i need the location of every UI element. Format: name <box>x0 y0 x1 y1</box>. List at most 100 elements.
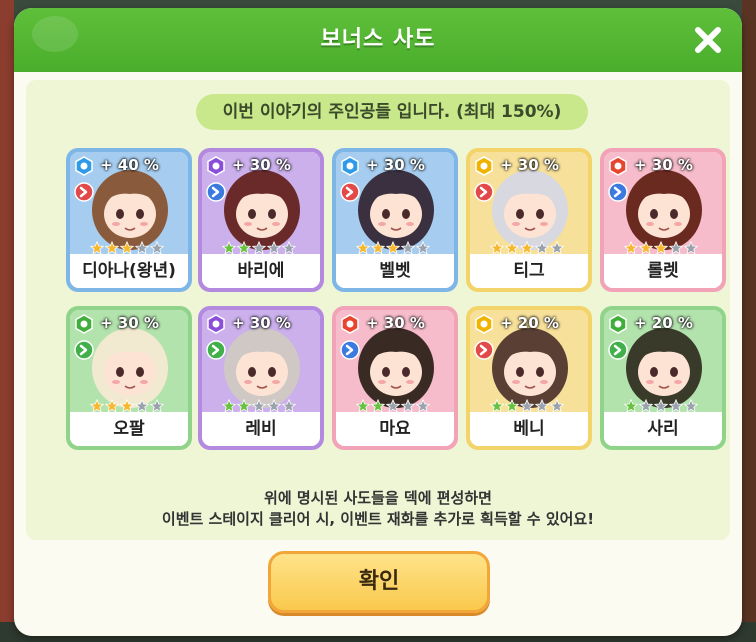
star-empty-icon <box>668 398 684 413</box>
star-filled-icon <box>119 398 135 413</box>
star-rating <box>489 240 565 255</box>
star-empty-icon <box>251 398 267 413</box>
character-card[interactable]: + 30 % 마요 <box>332 306 458 450</box>
bonus-percent: + 30 % <box>100 314 159 332</box>
star-filled-icon <box>489 398 505 413</box>
character-name: 디아나(왕년) <box>70 254 188 288</box>
star-filled-icon <box>623 240 639 255</box>
character-name: 마요 <box>336 412 454 446</box>
card-inner: + 30 % 레비 <box>202 310 320 446</box>
star-filled-icon <box>370 240 386 255</box>
star-empty-icon <box>134 398 150 413</box>
character-name: 레비 <box>202 412 320 446</box>
dialog-title: 보너스 사도 <box>320 27 436 52</box>
light-element-icon <box>474 156 494 176</box>
supporter-role-icon <box>608 340 628 360</box>
star-empty-icon <box>400 398 416 413</box>
star-filled-icon <box>221 240 237 255</box>
star-filled-icon <box>623 398 639 413</box>
star-filled-icon <box>236 398 252 413</box>
info-line-1: 위에 명시된 사도들을 덱에 편성하면 <box>264 489 492 507</box>
character-name: 롤렛 <box>604 254 722 288</box>
bonus-percent: + 30 % <box>366 314 425 332</box>
star-empty-icon <box>653 398 669 413</box>
ice-element-icon <box>74 156 94 176</box>
star-rating <box>623 398 699 413</box>
background-left <box>0 0 14 642</box>
star-filled-icon <box>119 240 135 255</box>
star-empty-icon <box>668 240 684 255</box>
subtitle-banner: 이번 이야기의 주인공들 입니다. (최대 150%) <box>196 94 588 130</box>
nature-element-icon <box>74 314 94 334</box>
close-button[interactable] <box>690 22 726 58</box>
card-inner: + 30 % 벨벳 <box>336 152 454 288</box>
character-card[interactable]: + 30 % 롤렛 <box>600 148 726 292</box>
ranger-role-icon <box>608 182 628 202</box>
character-card[interactable]: + 30 % 오팔 <box>66 306 192 450</box>
ice-element-icon <box>340 156 360 176</box>
star-filled-icon <box>504 240 520 255</box>
star-empty-icon <box>534 240 550 255</box>
card-inner: + 30 % 오팔 <box>70 310 188 446</box>
character-card[interactable]: + 20 % 베니 <box>466 306 592 450</box>
star-empty-icon <box>683 398 699 413</box>
bonus-percent: + 40 % <box>100 156 159 174</box>
content-panel: 이번 이야기의 주인공들 입니다. (최대 150%) + 40 % 디아나(왕년… <box>26 80 730 540</box>
card-inner: + 30 % 마요 <box>336 310 454 446</box>
bonus-percent: + 30 % <box>232 156 291 174</box>
close-icon <box>695 27 721 53</box>
star-filled-icon <box>236 240 252 255</box>
supporter-role-icon <box>206 340 226 360</box>
character-card[interactable]: + 30 % 레비 <box>198 306 324 450</box>
star-filled-icon <box>355 398 371 413</box>
star-empty-icon <box>549 398 565 413</box>
supporter-role-icon <box>74 340 94 360</box>
star-filled-icon <box>504 398 520 413</box>
character-name: 티그 <box>470 254 588 288</box>
nature-element-icon <box>608 314 628 334</box>
star-rating <box>221 240 297 255</box>
striker-role-icon <box>474 340 494 360</box>
card-inner: + 20 % 사리 <box>604 310 722 446</box>
card-inner: + 30 % 바리에 <box>202 152 320 288</box>
confirm-button[interactable]: 확인 <box>268 551 490 613</box>
star-rating <box>221 398 297 413</box>
character-card[interactable]: + 30 % 바리에 <box>198 148 324 292</box>
star-empty-icon <box>638 398 654 413</box>
info-text: 위에 명시된 사도들을 덱에 편성하면 이벤트 스테이지 클리어 시, 이벤트 … <box>26 488 730 530</box>
star-filled-icon <box>104 240 120 255</box>
bonus-percent: + 30 % <box>634 156 693 174</box>
bonus-dialog: 보너스 사도 이번 이야기의 주인공들 입니다. (최대 150%) + 40 … <box>14 8 742 636</box>
star-filled-icon <box>355 240 371 255</box>
bonus-percent: + 20 % <box>634 314 693 332</box>
star-rating <box>489 398 565 413</box>
star-filled-icon <box>89 240 105 255</box>
character-card[interactable]: + 20 % 사리 <box>600 306 726 450</box>
character-card[interactable]: + 30 % 벨벳 <box>332 148 458 292</box>
star-filled-icon <box>89 398 105 413</box>
star-filled-icon <box>519 240 535 255</box>
star-empty-icon <box>149 240 165 255</box>
striker-role-icon <box>74 182 94 202</box>
character-card[interactable]: + 30 % 티그 <box>466 148 592 292</box>
star-empty-icon <box>281 240 297 255</box>
star-empty-icon <box>415 240 431 255</box>
star-empty-icon <box>251 240 267 255</box>
bonus-percent: + 30 % <box>500 156 559 174</box>
character-card[interactable]: + 40 % 디아나(왕년) <box>66 148 192 292</box>
background-right <box>742 0 756 642</box>
star-filled-icon <box>104 398 120 413</box>
star-empty-icon <box>415 398 431 413</box>
character-name: 바리에 <box>202 254 320 288</box>
star-filled-icon <box>489 240 505 255</box>
character-name: 사리 <box>604 412 722 446</box>
info-line-2: 이벤트 스테이지 클리어 시, 이벤트 재화를 추가로 획득할 수 있어요! <box>161 510 595 528</box>
bonus-percent: + 30 % <box>232 314 291 332</box>
star-empty-icon <box>266 240 282 255</box>
star-rating <box>89 398 165 413</box>
star-empty-icon <box>134 240 150 255</box>
star-filled-icon <box>653 240 669 255</box>
star-rating <box>355 398 431 413</box>
ranger-role-icon <box>340 340 360 360</box>
light-element-icon <box>474 314 494 334</box>
